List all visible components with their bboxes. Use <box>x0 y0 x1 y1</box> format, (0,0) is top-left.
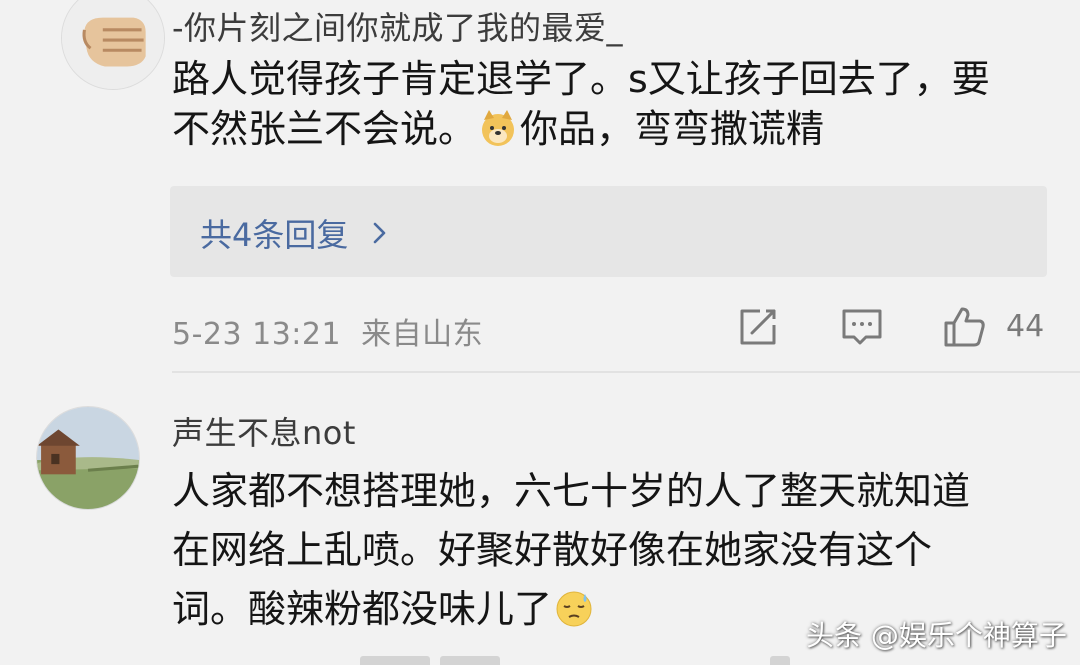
avatar[interactable] <box>61 0 165 90</box>
like-count: 44 <box>1006 309 1045 344</box>
comment-item: -你片刻之间你就成了我的最爱_ 路人觉得孩子肯定退学了。s又让孩子回去了，要 不… <box>0 0 1080 372</box>
comment-meta-text: 5-23 13:21 来自山东 <box>172 309 483 353</box>
comment-time: 5-23 13:21 <box>172 317 342 352</box>
comment-icon[interactable] <box>840 305 884 349</box>
watermark: 头条 @娱乐个神算子 <box>806 619 1067 652</box>
comment-line: 路人觉得孩子肯定退学了。s又让孩子回去了，要 <box>172 57 990 101</box>
comment-username[interactable]: 声生不息not <box>172 408 356 454</box>
comment-username[interactable]: -你片刻之间你就成了我的最爱_ <box>172 3 623 49</box>
chevron-right-icon <box>373 214 387 252</box>
comment-line-text: 词。酸辣粉都没味儿了 <box>172 587 553 631</box>
comment-text: 路人觉得孩子肯定退学了。s又让孩子回去了，要 不然张兰不会说。 你品，弯弯撒谎精 <box>172 54 990 154</box>
view-replies-link[interactable]: 共4条回复 <box>200 210 387 256</box>
comment-line-text: 不然张兰不会说。 <box>172 107 477 151</box>
comment-line-text: 你品，弯弯撒谎精 <box>520 107 825 151</box>
share-icon[interactable] <box>736 305 780 349</box>
doge-emoji <box>478 108 518 148</box>
comment-meta: 5-23 13:21 来自山东 44 <box>172 305 1052 352</box>
comment-location: 来自山东 <box>361 317 484 352</box>
comment-line: 在网络上乱喷。好聚好散好像在她家没有这个 <box>172 528 933 572</box>
comment-line: 不然张兰不会说。 你品，弯弯撒谎精 <box>172 104 990 154</box>
comment-text: 人家都不想搭理她，六七十岁的人了整天就知道 在网络上乱喷。好聚好散好像在她家没有… <box>172 462 970 639</box>
sweat-emoji <box>554 588 594 628</box>
replies-label: 共4条回复 <box>200 216 349 254</box>
comment-line: 人家都不想搭理她，六七十岁的人了整天就知道 <box>172 469 971 513</box>
thumbs-up-icon[interactable] <box>942 305 986 349</box>
replies-box[interactable]: 共4条回复 <box>170 186 1047 277</box>
avatar[interactable] <box>36 406 140 510</box>
